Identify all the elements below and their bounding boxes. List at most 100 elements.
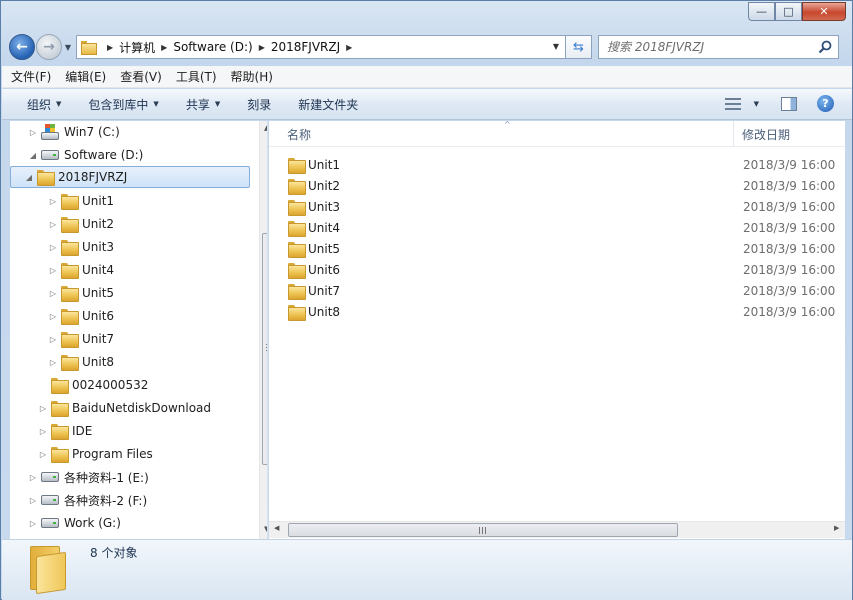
maximize-button[interactable]: □ — [775, 2, 802, 21]
tree-item-drive-c[interactable]: ▷ Win7 (C:) — [28, 121, 120, 143]
file-row[interactable]: Unit3 2018/3/9 16:00 — [269, 196, 845, 217]
menu-tools[interactable]: 工具(T) — [176, 68, 217, 85]
collapse-arrow-icon[interactable]: ◢ — [24, 173, 34, 182]
search-input[interactable] — [607, 40, 807, 54]
expand-arrow-icon[interactable]: ▷ — [48, 312, 58, 321]
file-row[interactable]: Unit6 2018/3/9 16:00 — [269, 259, 845, 280]
search-icon[interactable] — [818, 40, 832, 54]
navigation-pane-scrollbar[interactable]: ▲ ▼ — [259, 121, 267, 539]
expand-arrow-icon[interactable]: ▷ — [28, 128, 38, 137]
minimize-button[interactable]: — — [748, 2, 775, 21]
expand-arrow-icon[interactable]: ▷ — [48, 197, 58, 206]
file-row[interactable]: Unit8 2018/3/9 16:00 — [269, 301, 845, 322]
file-row[interactable]: Unit1 2018/3/9 16:00 — [269, 154, 845, 175]
file-row[interactable]: Unit2 2018/3/9 16:00 — [269, 175, 845, 196]
view-options-dropdown[interactable]: ▼ — [749, 100, 759, 108]
expand-arrow-icon[interactable]: ▷ — [48, 266, 58, 275]
tree-item-label: Unit8 — [82, 355, 115, 369]
tree-item-unit5[interactable]: ▷ Unit5 — [48, 282, 114, 304]
file-row[interactable]: Unit4 2018/3/9 16:00 — [269, 217, 845, 238]
tree-item-program-files[interactable]: ▷ Program Files — [38, 443, 153, 465]
large-folder-icon — [28, 546, 68, 595]
share-button[interactable]: 共享 ▼ — [186, 96, 220, 113]
tree-item-drive-d[interactable]: ◢ Software (D:) — [28, 144, 143, 166]
search-box[interactable] — [598, 35, 839, 59]
change-view-icon[interactable] — [724, 97, 741, 111]
expand-arrow-icon[interactable]: ▷ — [28, 496, 38, 505]
address-history-dropdown[interactable]: ▼ — [553, 42, 559, 51]
column-header-date-modified[interactable]: 修改日期 — [742, 126, 790, 143]
scrollbar-thumb[interactable] — [288, 523, 678, 537]
file-row[interactable]: Unit5 2018/3/9 16:00 — [269, 238, 845, 259]
include-in-library-button[interactable]: 包含到库中 ▼ — [88, 96, 158, 113]
address-bar[interactable]: ▶ 计算机 ▶ Software (D:) ▶ 2018FJVRZJ ▶ ▼ — [76, 35, 566, 59]
menu-help[interactable]: 帮助(H) — [231, 68, 273, 85]
navigation-pane: ▷ Win7 (C:) ◢ Software (D:) ◢ 2018FJVRZJ… — [10, 121, 268, 539]
scrollbar-thumb[interactable] — [262, 233, 267, 465]
tree-item-label: Win7 (C:) — [64, 125, 120, 139]
expand-arrow-icon[interactable]: ▷ — [48, 243, 58, 252]
menu-edit[interactable]: 编辑(E) — [65, 68, 106, 85]
tree-item-unit1[interactable]: ▷ Unit1 — [48, 190, 114, 212]
breadcrumb-drive[interactable]: Software (D:) — [173, 40, 252, 54]
forward-button[interactable]: → — [36, 34, 62, 60]
folder-icon — [288, 304, 306, 321]
help-icon[interactable]: ? — [817, 95, 834, 112]
chevron-down-icon: ▼ — [753, 99, 759, 108]
file-list-horizontal-scrollbar[interactable]: ◀ ▶ — [269, 521, 845, 538]
refresh-button[interactable]: ⇆ — [566, 35, 592, 59]
tree-item-ide[interactable]: ▷ IDE — [38, 420, 92, 442]
share-label: 共享 — [185, 97, 210, 112]
file-date: 2018/3/9 16:00 — [743, 220, 836, 235]
scroll-left-arrow-icon[interactable]: ◀ — [274, 524, 279, 532]
organize-button[interactable]: 组织 ▼ — [27, 96, 61, 113]
caption-buttons: — □ ✕ — [748, 2, 846, 22]
tree-item-unit7[interactable]: ▷ Unit7 — [48, 328, 114, 350]
tree-item-unit8[interactable]: ▷ Unit8 — [48, 351, 114, 373]
tree-item-unit3[interactable]: ▷ Unit3 — [48, 236, 114, 258]
chevron-down-icon: ▼ — [214, 100, 221, 108]
breadcrumb-separator-icon[interactable]: ▶ — [161, 43, 167, 52]
expand-arrow-icon[interactable]: ▷ — [38, 427, 48, 436]
collapse-arrow-icon[interactable]: ◢ — [28, 151, 38, 160]
back-button[interactable]: ← — [9, 34, 35, 60]
expand-arrow-icon[interactable]: ▷ — [38, 404, 48, 413]
tree-item-2018fjvrzj[interactable]: ◢ 2018FJVRZJ — [10, 166, 250, 188]
menu-file[interactable]: 文件(F) — [11, 68, 51, 85]
breadcrumb-separator-icon[interactable]: ▶ — [259, 43, 265, 52]
column-divider[interactable] — [733, 121, 734, 147]
expand-arrow-icon[interactable]: ▷ — [48, 335, 58, 344]
expand-arrow-icon[interactable]: ▷ — [48, 220, 58, 229]
new-folder-button[interactable]: 新建文件夹 — [298, 96, 358, 113]
tree-item-drive-g[interactable]: ▷ Work (G:) — [28, 512, 121, 534]
tree-item-baidunetdiskdownload[interactable]: ▷ BaiduNetdiskDownload — [38, 397, 211, 419]
scroll-up-arrow-icon[interactable]: ▲ — [264, 124, 267, 132]
file-row[interactable]: Unit7 2018/3/9 16:00 — [269, 280, 845, 301]
recent-pages-dropdown[interactable]: ▼ — [62, 43, 74, 52]
expand-arrow-icon[interactable]: ▷ — [28, 519, 38, 528]
breadcrumb-separator-icon[interactable]: ▶ — [346, 43, 352, 52]
scroll-down-arrow-icon[interactable]: ▼ — [264, 525, 267, 533]
tree-item-unit2[interactable]: ▷ Unit2 — [48, 213, 114, 235]
expand-arrow-icon[interactable]: ▷ — [28, 473, 38, 482]
tree-item-label: Unit4 — [82, 263, 115, 277]
tree-item-unit4[interactable]: ▷ Unit4 — [48, 259, 114, 281]
tree-item-drive-f[interactable]: ▷ 各种资料-2 (F:) — [28, 489, 147, 511]
expand-arrow-icon[interactable]: ▷ — [48, 358, 58, 367]
details-pane: 8 个对象 — [2, 539, 852, 600]
breadcrumb-computer[interactable]: 计算机 — [119, 39, 155, 56]
menu-view[interactable]: 查看(V) — [120, 68, 162, 85]
preview-pane-icon[interactable] — [781, 96, 797, 111]
tree-item-0024000532[interactable]: 0024000532 — [38, 374, 148, 396]
breadcrumb-separator-icon[interactable]: ▶ — [107, 43, 113, 52]
column-header-name[interactable]: 名称 — [287, 126, 311, 143]
tree-item-unit6[interactable]: ▷ Unit6 — [48, 305, 114, 327]
scroll-right-arrow-icon[interactable]: ▶ — [834, 524, 839, 532]
burn-button[interactable]: 刻录 — [247, 96, 271, 113]
breadcrumb-folder[interactable]: 2018FJVRZJ — [271, 40, 340, 54]
close-button[interactable]: ✕ — [802, 2, 846, 21]
expand-arrow-icon[interactable]: ▷ — [48, 289, 58, 298]
expand-arrow-icon[interactable]: ▷ — [38, 450, 48, 459]
tree-item-label: Unit7 — [82, 332, 115, 346]
tree-item-drive-e[interactable]: ▷ 各种资料-1 (E:) — [28, 466, 149, 488]
